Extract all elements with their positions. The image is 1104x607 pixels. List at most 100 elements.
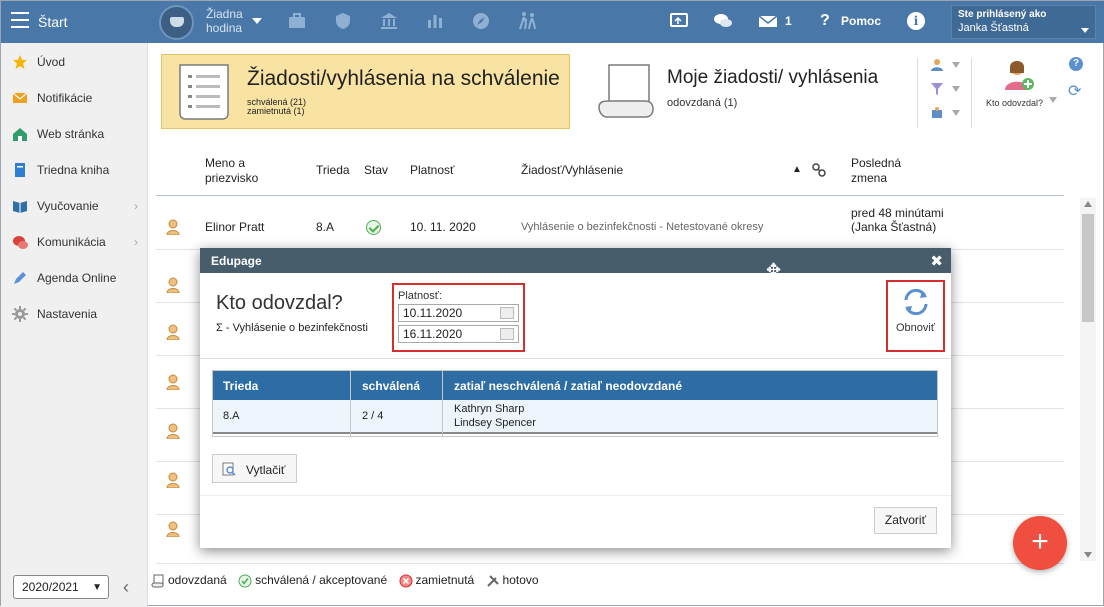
vertical-scrollbar[interactable] (1080, 198, 1096, 561)
summary-col-pending[interactable]: zatiaľ neschválená / zatiaľ neodovzdané (454, 379, 682, 393)
submission-summary-table: Trieda schválená zatiaľ neschválená / za… (212, 370, 938, 437)
help-icon[interactable]: ? (1069, 57, 1083, 71)
collapse-sidebar-icon[interactable]: ‹ (123, 577, 129, 598)
sidebar-item-label: Nastavenia (37, 307, 98, 321)
header-divider (917, 58, 918, 128)
sidebar-item-label: Notifikácie (37, 91, 93, 105)
hour-line-2: hodina (206, 21, 243, 35)
user-account-selector[interactable]: Ste prihlásený ako Janka Šťastná (951, 5, 1096, 39)
hour-dropdown-caret-icon[interactable] (252, 18, 262, 24)
dialog-close-icon[interactable]: ✖ (930, 252, 943, 270)
table-row[interactable]: 8.A 2 / 4 Kathryn Sharp Lindsey Spencer (213, 400, 937, 434)
person-icon (166, 219, 180, 235)
sidebar-item-web-stranka[interactable]: Web stránka (1, 116, 148, 152)
group-users-icon[interactable] (930, 106, 944, 120)
approved-check-icon (238, 574, 252, 588)
shield-icon[interactable] (333, 11, 353, 31)
scroll-up-icon[interactable] (1084, 201, 1092, 207)
chevron-down-icon[interactable] (952, 110, 960, 116)
column-divider (442, 371, 443, 436)
link-icon[interactable] (812, 163, 826, 177)
status-legend: odovzdaná schválená / akceptované zamiet… (151, 573, 547, 588)
summary-col-class[interactable]: Trieda (223, 379, 258, 393)
hamburger-menu-icon[interactable] (11, 12, 29, 28)
chevron-down-icon[interactable] (1049, 97, 1057, 103)
date-to-value: 16.11.2020 (403, 327, 463, 341)
sidebar-item-notifikacie[interactable]: Notifikácie (1, 80, 148, 116)
messages-count[interactable]: 1 (785, 14, 792, 28)
calendar-icon[interactable] (500, 307, 514, 319)
help-link[interactable]: Pomoc (841, 14, 881, 28)
sidebar-item-nastavenia[interactable]: Nastavenia (1, 296, 148, 332)
requests-table-header: Meno a priezvisko Trieda Stav Platnosť Ž… (156, 149, 1064, 196)
user-filter-icon[interactable] (930, 58, 944, 72)
who-submitted-button[interactable]: Kto odovzdal? (986, 98, 1043, 108)
person-icon (166, 423, 180, 439)
print-button[interactable]: Vytlačiť (212, 454, 297, 483)
col-header-class[interactable]: Trieda (316, 163, 350, 177)
user-dropdown-caret-icon[interactable] (1081, 28, 1089, 33)
briefcase-icon[interactable] (287, 11, 307, 31)
sidebar-item-label: Agenda Online (37, 271, 117, 285)
funnel-filter-icon[interactable] (930, 82, 944, 96)
bank-icon[interactable] (379, 11, 399, 31)
start-label[interactable]: Štart (38, 14, 68, 30)
cast-screen-icon[interactable] (669, 11, 689, 31)
col-header-name[interactable]: Meno a priezvisko (205, 156, 275, 186)
bar-chart-icon[interactable] (425, 11, 445, 31)
close-dialog-button[interactable]: Zatvoriť (874, 507, 937, 534)
col-header-validity[interactable]: Platnosť (410, 163, 455, 177)
pending-student: Lindsey Spencer (454, 417, 536, 429)
user-add-icon[interactable] (1004, 59, 1034, 91)
walking-people-icon[interactable] (517, 11, 537, 31)
user-name: Janka Šťastná (958, 22, 1029, 34)
sort-ascending-icon[interactable]: ▲ (792, 164, 802, 175)
question-mark-icon[interactable]: ? (820, 12, 830, 30)
chevron-down-icon: ▼ (92, 582, 102, 593)
sidebar-item-vyucovanie[interactable]: Vyučovanie › (1, 188, 148, 224)
row-request: Vyhlásenie o bezinfekčnosti - Netestovan… (521, 221, 764, 233)
person-icon (166, 277, 180, 293)
table-row[interactable]: Elinor Pratt 8.A 10. 11. 2020 Vyhlásenie… (156, 198, 1064, 250)
dialog-footer-divider (200, 495, 951, 496)
sidebar-item-label: Komunikácia (37, 235, 106, 249)
rejected-count: zamietnutá (1) (247, 106, 305, 116)
user-label: Ste prihlásený ako (958, 9, 1047, 20)
chevron-down-icon[interactable] (952, 86, 960, 92)
col-header-request[interactable]: Žiadosť/Vyhlásenie (521, 163, 623, 177)
refresh-button[interactable]: Obnoviť (886, 280, 945, 352)
sidebar-item-uvod[interactable]: Úvod (1, 44, 148, 80)
date-from-input[interactable]: 10.11.2020 (398, 304, 519, 322)
dialog-title-bar[interactable]: Edupage ✥ ✖ (200, 248, 951, 280)
refresh-icon[interactable]: ⟳ (1068, 81, 1081, 101)
submitted-scroll-icon (151, 574, 164, 588)
col-header-last-change[interactable]: Posledná zmena (851, 156, 921, 186)
scrollbar-thumb[interactable] (1082, 214, 1094, 322)
person-icon (166, 472, 180, 488)
calendar-icon[interactable] (500, 328, 514, 340)
envelope-icon[interactable] (758, 11, 778, 31)
scroll-down-icon[interactable] (1084, 552, 1092, 558)
rejected-x-icon (399, 574, 412, 588)
dialog-heading: Kto odovzdal? (216, 292, 343, 314)
chevron-right-icon: › (134, 235, 138, 249)
sidebar-item-komunikacia[interactable]: Komunikácia › (1, 224, 148, 260)
person-icon (166, 521, 180, 537)
graduation-cap-icon[interactable] (159, 5, 194, 40)
summary-col-approved[interactable]: schválená (362, 379, 420, 393)
info-icon[interactable]: i (907, 12, 925, 30)
approval-requests-card[interactable]: Žiadosti/vyhlásenia na schválenie schvál… (161, 54, 570, 129)
col-header-state[interactable]: Stav (364, 163, 388, 177)
current-hour-selector[interactable]: Žiadna hodina (206, 7, 246, 35)
add-request-button[interactable]: + (1013, 516, 1067, 570)
sidebar-item-label: Triedna kniha (37, 163, 110, 177)
chat-bubbles-icon[interactable] (713, 11, 733, 31)
chevron-down-icon[interactable] (952, 62, 960, 68)
book-icon (15, 163, 25, 177)
refresh-arrows-icon (904, 288, 928, 316)
date-to-input[interactable]: 16.11.2020 (398, 325, 519, 343)
sidebar-item-triedna-kniha[interactable]: Triedna kniha (1, 152, 148, 188)
compass-icon[interactable] (471, 11, 491, 31)
school-year-select[interactable]: 2020/2021 ▼ (13, 575, 109, 599)
sidebar-item-agenda-online[interactable]: Agenda Online (1, 260, 148, 296)
